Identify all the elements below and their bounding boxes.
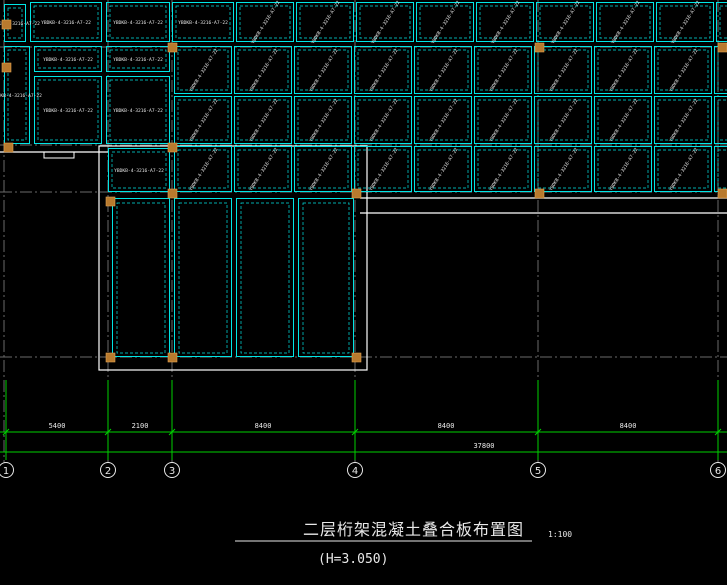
slab-panel-label: YBDKB-4-3216-A7-22 xyxy=(610,0,642,45)
slab-panel-label: YBDKB-4-3216-A7-22 xyxy=(668,48,700,94)
slab-strip-inner xyxy=(302,202,350,354)
column xyxy=(167,352,178,363)
drawing-title: 二层桁架混凝土叠合板布置图 xyxy=(303,520,525,539)
slab-panel-label: YBDKB-4-3216-A7-22 xyxy=(248,147,280,193)
slab-panel-label: YBDKB-4-3216-A7-22 xyxy=(308,48,340,94)
slab-panel-label: YBDKB-4-3216-A7-22 xyxy=(188,147,220,193)
slab-panel-label: YBDKB-4-3216-A7-22 xyxy=(308,98,340,144)
axis-label: 2 xyxy=(105,466,111,477)
slab-panel-label: YBDKB-4-3216-A7-22 xyxy=(668,147,700,193)
slab-panel-label: YBDKB-4-3216-A7-22 xyxy=(250,0,282,45)
axis-label: 5 xyxy=(535,466,541,477)
slab-strip-inner xyxy=(116,202,166,354)
dimension-text: 5400 xyxy=(49,422,66,430)
column xyxy=(717,42,727,53)
dimension-text: 8400 xyxy=(255,422,272,430)
slab-panel-label: YBDKB-4-3216-A7-22 xyxy=(428,48,460,94)
slab-panel-label: YBDKB-4-3216-A7-22 xyxy=(428,98,460,144)
column xyxy=(3,142,14,153)
slab-panel-label: YBDKB-4-3216-A7-22 xyxy=(178,20,228,26)
slab-strip xyxy=(112,198,170,357)
slab-panel-label: YBDKB-4-3216-A7-22 xyxy=(668,98,700,144)
slab-panel-label: YBDKB-4-3216-A7-22 xyxy=(488,147,520,193)
column xyxy=(351,352,362,363)
column xyxy=(105,352,116,363)
slab-panel-label: YBDKB-4-3216-A7-22 xyxy=(428,147,460,193)
slab-panel-label: YBDKB-4-3216-A7-22 xyxy=(488,48,520,94)
slab-panel-label: YBDKB-4-3216-A7-22 xyxy=(490,0,522,45)
slab-panel-label: YBDKB-4-3216-A7-22 xyxy=(608,147,640,193)
beam-outline-lower-wing xyxy=(98,145,368,371)
slab-panel-label: YBDKB-4-3216-A7-22 xyxy=(308,147,340,193)
slab-panel-label: YBDKB-4-3216-A7-22 xyxy=(113,20,163,26)
beam-stub xyxy=(43,151,75,159)
slab-panel-inner xyxy=(717,149,727,189)
slab-panel-label: YBDKB-4-3216-A7-22 xyxy=(368,98,400,144)
slab-panel-label: YBDKB-4-3216-A7-22 xyxy=(248,98,280,144)
slab-panel-label: YBDKB-4-3216-A7-22 xyxy=(0,93,42,99)
slab-panel-label: YBDKB-4-3216-A7-22 xyxy=(608,98,640,144)
slab-panel-label: YBDKB-4-3216-A7-22 xyxy=(113,57,163,63)
column xyxy=(105,196,116,207)
slab-panel-label: YBDKB-4-3216-A7-22 xyxy=(550,0,582,45)
slab-panel-inner xyxy=(717,49,727,91)
slab-panel-label: YBDKB-4-3216-A7-22 xyxy=(548,98,580,144)
slab-panel-label: YBDKB-4-3216-A7-22 xyxy=(548,48,580,94)
slab-panel-label: YBDKB-4-3216-A7-22 xyxy=(114,168,164,174)
slab-panel-label: YBDKB-4-3216-A7-22 xyxy=(368,147,400,193)
axis-label: 3 xyxy=(169,466,175,477)
column xyxy=(167,188,178,199)
drawing-elevation: (H=3.050) xyxy=(318,552,389,567)
slab-panel xyxy=(714,46,727,94)
slab-panel-label: YBDKB-4-3216-A7-22 xyxy=(608,48,640,94)
column xyxy=(534,188,545,199)
slab-panel-label: YBDKB-4-3216-A7-22 xyxy=(368,48,400,94)
dimension-text: 2100 xyxy=(132,422,149,430)
slab-panel-label: YBDKB-4-3216-A7-22 xyxy=(43,108,93,114)
slab-panel-label: YBDKB-4-3216-A7-22 xyxy=(310,0,342,45)
column xyxy=(351,188,362,199)
slab-panel-label: YBDKB-4-3216-A7-22 xyxy=(41,20,91,26)
slab-panel-label: YBDKB-4-3216-A7-22 xyxy=(113,108,163,114)
slab-panel-label: YBDKB-4-3216-A7-22 xyxy=(488,98,520,144)
axis-label: 1 xyxy=(3,466,9,477)
drawing-scale: 1:100 xyxy=(548,530,573,539)
column xyxy=(1,62,12,73)
slab-panel-inner xyxy=(717,99,727,141)
column xyxy=(1,19,12,30)
column xyxy=(717,188,727,199)
slab-panel-label: YBDKB-4-3216-A7-22 xyxy=(43,57,93,63)
cad-canvas[interactable]: YBDKB-4-3216-A7-22 YBDKB-4-3216-A7-22 YBDK… xyxy=(0,0,727,585)
slab-strip xyxy=(298,198,354,357)
dimension-total-text: 37800 xyxy=(473,442,494,450)
floor-plan-drawing: YBDKB-4-3216-A7-22 YBDKB-4-3216-A7-22 YBDK… xyxy=(0,0,727,542)
slab-panel-inner xyxy=(719,5,727,39)
slab-panel-label: YBDKB-4-3216-A7-22 xyxy=(548,147,580,193)
slab-panel-label: YBDKB-4-3216-A7-22 xyxy=(430,0,462,45)
slab-panel xyxy=(714,146,727,192)
slab-panel-label: YBDKB-4-3216-A7-22 xyxy=(670,0,702,45)
slab-strip xyxy=(236,198,294,357)
slab-strip-inner xyxy=(240,202,290,354)
column xyxy=(167,42,178,53)
column xyxy=(167,142,178,153)
slab-strip-inner xyxy=(178,202,228,354)
axis-label: 6 xyxy=(715,466,721,477)
slab-strip xyxy=(174,198,232,357)
dimension-text: 8400 xyxy=(620,422,637,430)
column xyxy=(534,42,545,53)
axis-label: 4 xyxy=(352,466,358,477)
slab-panel-label: YBDKB-4-3216-A7-22 xyxy=(370,0,402,45)
slab-panel xyxy=(714,96,727,144)
slab-panel-label: YBDKB-4-3216-A7-22 xyxy=(248,48,280,94)
slab-panel-label: YBDKB-4-3216-A7-22 xyxy=(188,48,220,94)
slab-panel-label: YBDKB-4-3216-A7-22 xyxy=(188,98,220,144)
dimension-text: 8400 xyxy=(438,422,455,430)
